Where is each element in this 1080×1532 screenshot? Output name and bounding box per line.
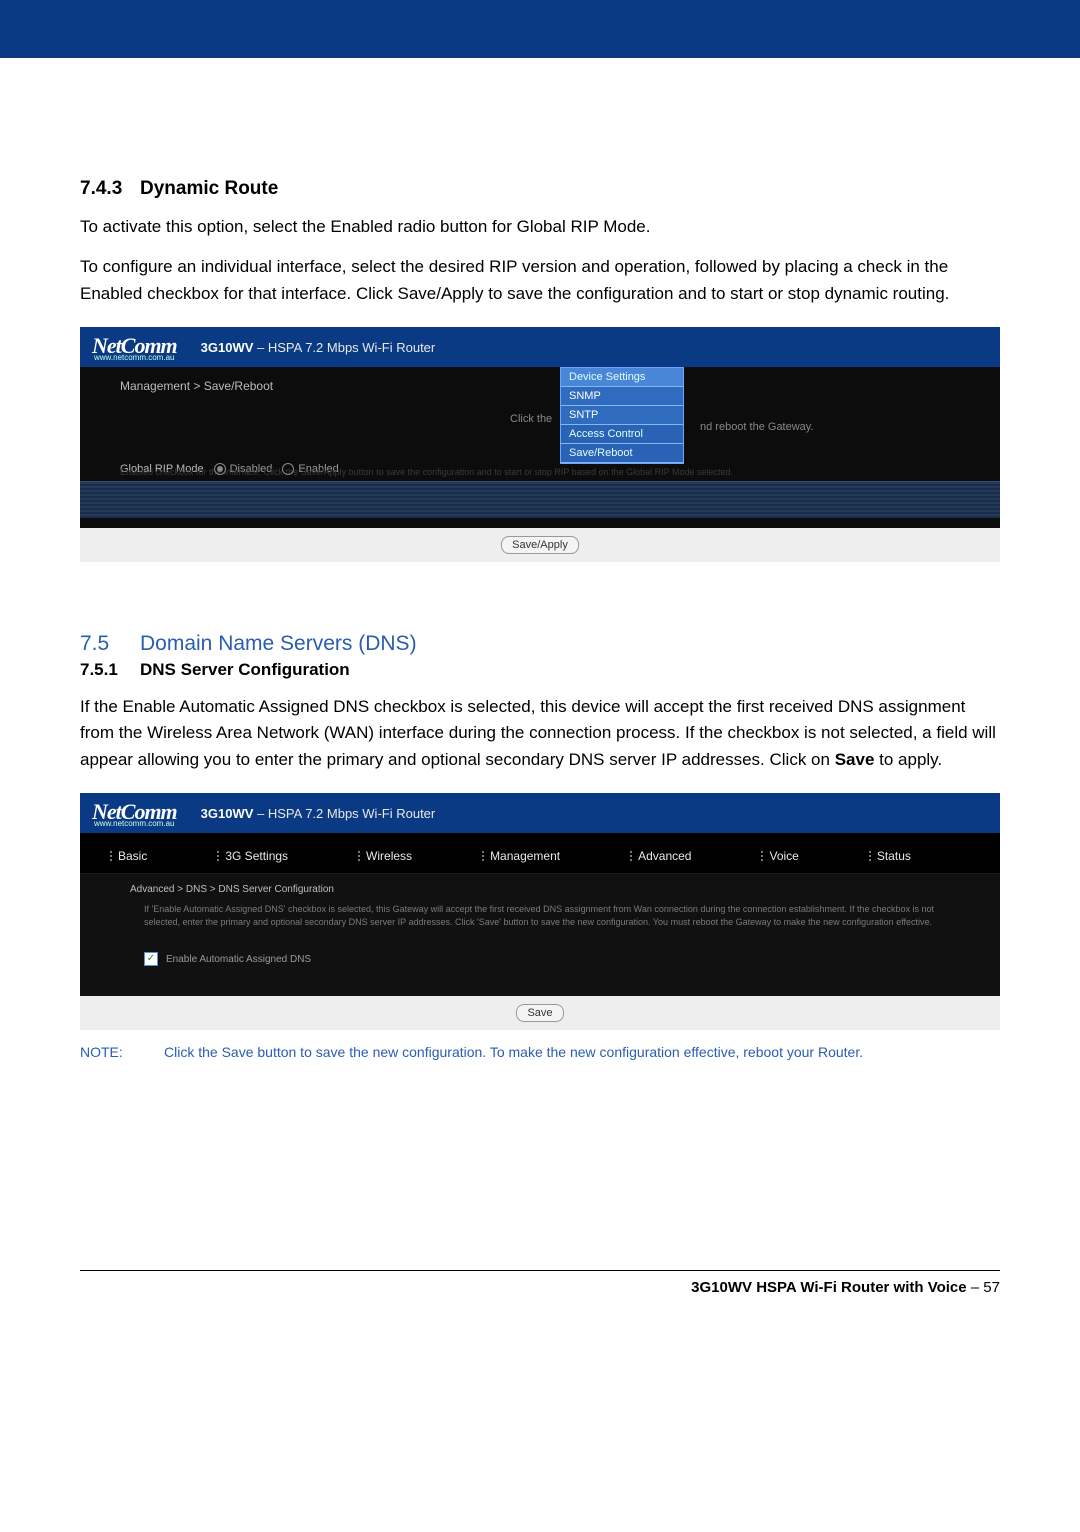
note-row: NOTE: Click the Save button to save the … (80, 1044, 1000, 1060)
body-text-part: to apply. (874, 750, 942, 769)
body-text: To activate this option, select the Enab… (80, 214, 1000, 240)
menu-item-sntp[interactable]: SNTP (561, 406, 683, 425)
panel-footer: Save (80, 996, 1000, 1030)
heading-title: Dynamic Route (140, 178, 278, 200)
checkbox-enable-auto-dns[interactable]: ✓ (144, 952, 158, 966)
tab-3g-settings[interactable]: 3G Settings (217, 849, 288, 863)
footer-rule (80, 1270, 1000, 1271)
heading-title: Domain Name Servers (DNS) (140, 632, 417, 656)
save-button[interactable]: Save (516, 1004, 563, 1022)
tab-wireless[interactable]: Wireless (358, 849, 412, 863)
panel-header: NetComm www.netcomm.com.au 3G10WV – HSPA… (80, 327, 1000, 367)
footer-page-number: – 57 (967, 1279, 1000, 1296)
heading-7-4-3: 7.4.3 Dynamic Route (80, 178, 1000, 200)
tab-basic[interactable]: Basic (110, 849, 147, 863)
top-blue-bar (0, 0, 1080, 58)
model-label: 3G10WV – HSPA 7.2 Mbps Wi-Fi Router (201, 340, 436, 355)
obscured-table-area (80, 481, 1000, 518)
save-emphasis: Save (835, 750, 875, 769)
screenshot-routing-rip: NetComm www.netcomm.com.au 3G10WV – HSPA… (80, 327, 1000, 562)
menu-item-snmp[interactable]: SNMP (561, 387, 683, 406)
model-number: 3G10WV (201, 340, 254, 355)
tab-management[interactable]: Management (482, 849, 560, 863)
note-label: NOTE: (80, 1044, 164, 1060)
heading-title: DNS Server Configuration (140, 660, 350, 680)
callout-tail: nd reboot the Gateway. (700, 421, 814, 433)
menu-item-access-control[interactable]: Access Control (561, 425, 683, 444)
main-nav-tabs: Basic 3G Settings Wireless Management Ad… (80, 833, 1000, 874)
panel-body: Advanced > DNS > DNS Server Configuratio… (80, 874, 1000, 996)
dropdown-menu-management[interactable]: Device Settings SNMP SNTP Access Control… (560, 367, 684, 464)
save-apply-button[interactable]: Save/Apply (501, 536, 579, 554)
menu-item-save-reboot[interactable]: Save/Reboot (561, 444, 683, 463)
model-desc: – HSPA 7.2 Mbps Wi-Fi Router (253, 340, 435, 355)
radio-dot-icon (214, 463, 226, 475)
logo-url: www.netcomm.com.au (94, 819, 177, 828)
panel-footer: Save/Apply (80, 528, 1000, 562)
model-desc: – HSPA 7.2 Mbps Wi-Fi Router (253, 806, 435, 821)
enable-auto-dns-row: ✓ Enable Automatic Assigned DNS (144, 952, 960, 966)
heading-number: 7.4.3 (80, 178, 140, 200)
menu-item-device-settings[interactable]: Device Settings (561, 368, 683, 387)
checkbox-label: Enable Automatic Assigned DNS (166, 954, 311, 965)
dimmed-instruction-text: Enabled checkbox for the interface. Clic… (120, 467, 972, 477)
footer-product: 3G10WV HSPA Wi-Fi Router with Voice (691, 1279, 966, 1296)
breadcrumb: Management > Save/Reboot (120, 379, 972, 393)
note-text: Click the Save button to save the new co… (164, 1044, 863, 1060)
body-text: If the Enable Automatic Assigned DNS che… (80, 694, 1000, 773)
screenshot-dns-config: NetComm www.netcomm.com.au 3G10WV – HSPA… (80, 793, 1000, 1030)
logo-url: www.netcomm.com.au (94, 353, 177, 362)
heading-number: 7.5.1 (80, 660, 140, 680)
model-label: 3G10WV – HSPA 7.2 Mbps Wi-Fi Router (201, 806, 436, 821)
panel-body: Management > Save/Reboot Click the Devic… (80, 367, 1000, 528)
heading-7-5: 7.5 Domain Name Servers (DNS) (80, 632, 1000, 656)
heading-7-5-1: 7.5.1 DNS Server Configuration (80, 660, 1000, 680)
panel-description: If 'Enable Automatic Assigned DNS' check… (144, 903, 960, 928)
model-number: 3G10WV (201, 806, 254, 821)
tab-status[interactable]: Status (869, 849, 911, 863)
panel-header: NetComm www.netcomm.com.au 3G10WV – HSPA… (80, 793, 1000, 833)
heading-number: 7.5 (80, 632, 140, 656)
breadcrumb: Advanced > DNS > DNS Server Configuratio… (130, 884, 960, 895)
page-footer: 3G10WV HSPA Wi-Fi Router with Voice – 57 (80, 1279, 1000, 1296)
tab-advanced[interactable]: Advanced (630, 849, 691, 863)
callout-text: Click the (510, 413, 552, 425)
tab-voice[interactable]: Voice (761, 849, 798, 863)
body-text: To configure an individual interface, se… (80, 254, 1000, 307)
